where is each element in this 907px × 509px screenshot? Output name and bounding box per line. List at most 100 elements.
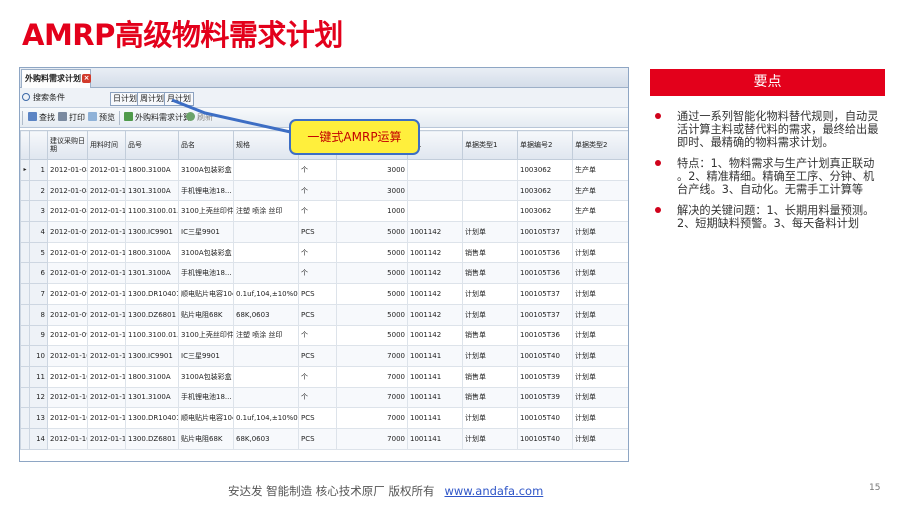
table-cell[interactable]: 7000 [336,427,408,450]
row-number[interactable]: 7 [29,283,48,305]
table-cell[interactable]: 个 [298,365,337,388]
row-selector[interactable] [20,386,30,409]
table-cell[interactable]: 贴片电阻68K [178,427,234,450]
table-cell[interactable] [233,179,299,202]
table-cell[interactable]: 7000 [336,365,408,388]
table-cell[interactable]: 1001141 [407,345,463,367]
table-cell[interactable]: 100105T36 [517,324,573,347]
row-number[interactable]: 14 [29,427,48,450]
table-cell[interactable] [462,159,518,181]
table-cell[interactable]: 2012-01-13 [87,427,126,450]
table-cell[interactable]: 2012-01-08 [47,179,88,202]
table-cell[interactable]: 计划单 [462,407,518,429]
tab-daily-plan[interactable]: 日计划 [110,92,140,106]
table-cell[interactable] [233,365,299,388]
table-row[interactable]: 52012-01-092012-01-121800.3100A3100A包装彩盒… [20,241,628,264]
column-header[interactable]: 用料时间 [87,130,126,160]
table-cell[interactable]: 0.1uf,104,±10%0603 [233,283,299,305]
table-cell[interactable] [462,200,518,223]
table-cell[interactable]: 1001141 [407,427,463,450]
table-cell[interactable]: 1001142 [407,221,463,243]
table-row[interactable]: 92012-01-092012-01-121100.3100.01.ST3100… [20,324,628,347]
table-cell[interactable]: 2012-01-13 [87,365,126,388]
row-number[interactable]: 8 [29,303,48,326]
table-cell[interactable]: 计划单 [572,386,628,409]
calc-button[interactable]: 外购料需求计算 [124,112,191,124]
search-condition-button[interactable]: 搜索条件 [22,91,65,105]
column-header[interactable]: 品名 [178,130,234,160]
table-cell[interactable]: 销售单 [462,241,518,264]
table-cell[interactable]: 1001142 [407,283,463,305]
column-header[interactable]: 建议采购日期 [47,130,88,160]
table-cell[interactable]: 生产单 [572,179,628,202]
table-cell[interactable]: 计划单 [572,365,628,388]
table-cell[interactable]: 100105T37 [517,303,573,326]
row-selector[interactable] [20,427,30,450]
table-cell[interactable] [407,200,463,223]
column-header[interactable] [29,130,48,160]
row-selector[interactable] [20,262,30,285]
table-cell[interactable]: 100105T36 [517,262,573,285]
table-cell[interactable]: 100105T37 [517,283,573,305]
row-number[interactable]: 5 [29,241,48,264]
table-row[interactable]: 32012-01-082012-01-111100.3100.01.ST3100… [20,200,628,223]
table-cell[interactable]: 生产单 [572,159,628,181]
print-button[interactable]: 打印 [58,112,85,124]
row-number[interactable]: 12 [29,386,48,409]
table-cell[interactable]: 1800.3100A [125,365,179,388]
table-cell[interactable]: 1800.3100A [125,241,179,264]
column-header[interactable]: 单据类型1 [462,130,518,160]
table-row[interactable]: 132012-01-102012-01-131300.DR10401顺电贴片电容… [20,407,628,429]
table-cell[interactable]: 1800.3100A [125,159,179,181]
table-cell[interactable] [462,179,518,202]
document-tab[interactable]: 外购料需求计划 × [21,69,91,88]
table-cell[interactable]: IC三星9901 [178,345,234,367]
table-cell[interactable]: 销售单 [462,324,518,347]
table-cell[interactable]: 2012-01-12 [87,283,126,305]
table-cell[interactable]: 3100A包装彩盒 [178,241,234,264]
table-cell[interactable] [233,386,299,409]
table-cell[interactable]: 2012-01-09 [47,221,88,243]
table-cell[interactable]: 100105T40 [517,407,573,429]
table-cell[interactable]: 2012-01-10 [47,386,88,409]
table-cell[interactable]: 1001142 [407,324,463,347]
table-cell[interactable]: 1001141 [407,386,463,409]
table-cell[interactable]: 5000 [336,221,408,243]
table-cell[interactable]: 2012-01-12 [87,241,126,264]
table-cell[interactable]: 1001142 [407,241,463,264]
close-icon[interactable]: × [82,74,91,83]
row-number[interactable]: 2 [29,179,48,202]
table-cell[interactable]: 1300.DZ6801 [125,427,179,450]
table-row[interactable]: 62012-01-092012-01-121301.3100A手机锂电池18..… [20,262,628,285]
table-cell[interactable]: 注塑 喷涂 丝印 [233,200,299,223]
table-cell[interactable]: 2012-01-11 [87,200,126,223]
row-selector[interactable] [20,221,30,243]
table-cell[interactable]: 2012-01-12 [87,262,126,285]
table-cell[interactable] [233,241,299,264]
tab-monthly-plan[interactable]: 月计划 [164,92,194,106]
table-cell[interactable]: 68K,0603 [233,303,299,326]
table-cell[interactable]: 2012-01-09 [47,324,88,347]
table-cell[interactable]: 计划单 [462,345,518,367]
table-cell[interactable]: 2012-01-10 [47,407,88,429]
table-cell[interactable]: 计划单 [462,283,518,305]
row-selector[interactable] [20,283,30,305]
table-cell[interactable]: 销售单 [462,262,518,285]
table-cell[interactable]: 个 [298,324,337,347]
refresh-button[interactable]: 刷新 [186,112,213,124]
row-number[interactable]: 3 [29,200,48,223]
row-selector[interactable] [20,241,30,264]
table-cell[interactable]: 1001141 [407,407,463,429]
table-cell[interactable]: 3000 [336,159,408,181]
table-cell[interactable]: 销售单 [462,386,518,409]
row-number[interactable]: 11 [29,365,48,388]
table-cell[interactable]: 1100.3100.01.ST [125,324,179,347]
table-cell[interactable]: 2012-01-11 [87,179,126,202]
table-cell[interactable]: PCS [298,345,337,367]
table-cell[interactable]: 2012-01-09 [47,303,88,326]
tab-weekly-plan[interactable]: 周计划 [137,92,167,106]
table-cell[interactable]: IC三星9901 [178,221,234,243]
table-cell[interactable]: 100105T39 [517,386,573,409]
table-cell[interactable]: 手机锂电池18... [178,179,234,202]
table-row[interactable]: 42012-01-092012-01-121300.IC9901IC三星9901… [20,221,628,243]
